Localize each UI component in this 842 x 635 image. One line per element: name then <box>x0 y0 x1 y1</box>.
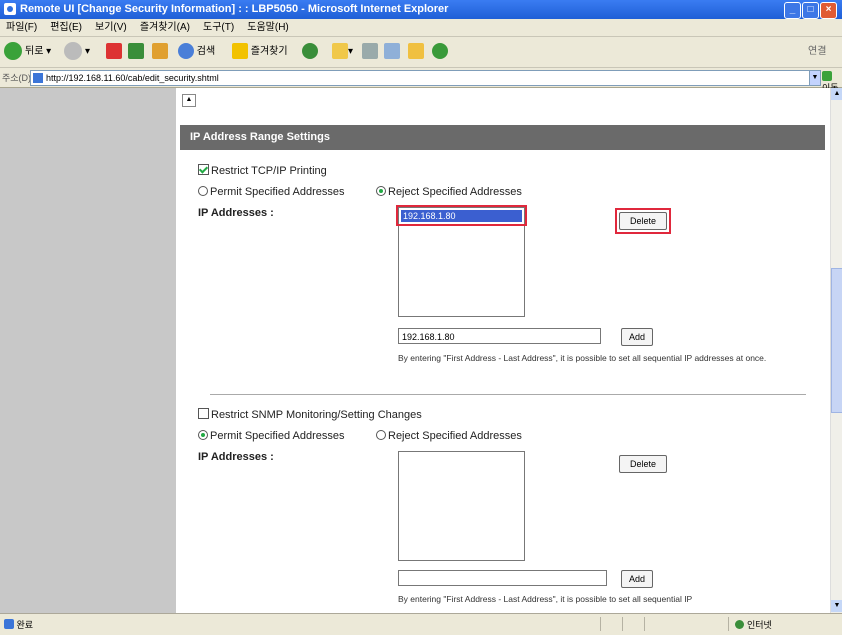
menu-view[interactable]: 보기(V) <box>95 19 127 36</box>
back-button[interactable]: 뒤로 ▾ <box>4 42 51 62</box>
edit-icon <box>384 43 400 60</box>
forward-arrow-icon <box>64 42 82 61</box>
edit-button[interactable] <box>384 42 400 62</box>
scroll-down-icon[interactable]: ▼ <box>831 600 842 612</box>
page-done-icon <box>4 619 14 629</box>
messenger-button[interactable] <box>432 42 448 62</box>
status-separator <box>644 617 645 631</box>
ie-icon <box>4 3 16 15</box>
stop-icon <box>106 43 122 60</box>
back-arrow-icon <box>4 42 22 61</box>
address-label: 주소(D) <box>2 73 32 83</box>
tcpip-restrict-checkbox[interactable]: Restrict TCP/IP Printing <box>198 164 327 177</box>
tcpip-permit-radio[interactable]: Permit Specified Addresses <box>198 186 345 198</box>
highlight-box <box>615 208 671 234</box>
stop-button[interactable] <box>106 42 122 62</box>
scroll-up-icon[interactable]: ▲ <box>831 88 842 100</box>
snmp-add-button[interactable]: Add <box>621 570 653 588</box>
section-header: IP Address Range Settings <box>180 125 825 150</box>
window-title: Remote UI [Change Security Information] … <box>20 3 449 15</box>
status-zone: 인터넷 <box>735 618 772 631</box>
page-icon <box>33 73 43 83</box>
mail-button[interactable]: ▾ <box>332 42 353 62</box>
folder-button[interactable] <box>408 42 424 62</box>
search-icon <box>178 43 194 60</box>
menu-favorites[interactable]: 즐겨찾기(A) <box>140 19 190 36</box>
tcpip-add-button[interactable]: Add <box>621 328 653 346</box>
print-icon <box>362 43 378 60</box>
go-arrow-icon <box>822 70 832 81</box>
snmp-ip-label: IP Addresses : <box>198 451 274 463</box>
checkbox-checked-icon <box>198 164 209 175</box>
snmp-delete-button[interactable]: Delete <box>619 455 667 473</box>
menu-tools[interactable]: 도구(T) <box>203 19 234 36</box>
tcpip-note: By entering "First Address - Last Addres… <box>398 353 767 363</box>
scroll-thumb[interactable] <box>831 268 842 413</box>
favorites-button[interactable]: 즐겨찾기 <box>232 42 288 62</box>
left-panel <box>0 88 176 613</box>
radio-icon <box>376 430 386 440</box>
globe-icon <box>735 620 744 629</box>
checkbox-icon <box>198 408 209 419</box>
close-button[interactable]: × <box>820 2 837 19</box>
minimize-button[interactable]: _ <box>784 2 801 19</box>
tcpip-ip-label: IP Addresses : <box>198 207 274 219</box>
address-dropdown-button[interactable]: ▼ <box>809 70 821 86</box>
vertical-scrollbar[interactable]: ▲ ▼ <box>830 88 842 613</box>
collapse-up-icon[interactable]: ▲ <box>182 94 196 107</box>
menu-bar: 파일(F) 편집(E) 보기(V) 즐겨찾기(A) 도구(T) 도움말(H) <box>0 19 842 37</box>
title-bar: Remote UI [Change Security Information] … <box>0 0 842 19</box>
address-bar: 주소(D) http://192.168.11.60/cab/edit_secu… <box>0 68 842 93</box>
snmp-reject-radio[interactable]: Reject Specified Addresses <box>376 430 522 442</box>
go-button[interactable]: 이동 <box>822 70 840 93</box>
links-label[interactable]: 연결 <box>808 42 826 62</box>
star-icon <box>232 43 248 60</box>
section-title: IP Address Range Settings <box>190 131 330 143</box>
menu-file[interactable]: 파일(F) <box>6 19 37 36</box>
snmp-ip-listbox[interactable] <box>398 451 525 561</box>
forward-button[interactable]: ▾ <box>64 42 90 62</box>
messenger-icon <box>432 43 448 60</box>
page-content: ▲ IP Address Range Settings Restrict TCP… <box>0 88 830 613</box>
menu-edit[interactable]: 편집(E) <box>50 19 82 36</box>
refresh-button[interactable] <box>128 42 144 62</box>
snmp-note: By entering "First Address - Last Addres… <box>398 594 693 604</box>
status-text: 완료 <box>4 618 33 631</box>
status-separator <box>600 617 601 631</box>
radio-icon <box>198 186 208 196</box>
radio-selected-icon <box>376 186 386 196</box>
history-icon <box>302 43 318 60</box>
maximize-button[interactable]: □ <box>802 2 819 19</box>
section-divider <box>210 394 806 395</box>
snmp-ip-input[interactable] <box>398 570 607 586</box>
print-button[interactable] <box>362 42 378 62</box>
tcpip-reject-radio[interactable]: Reject Specified Addresses <box>376 186 522 198</box>
highlight-box <box>396 205 527 226</box>
snmp-restrict-checkbox[interactable]: Restrict SNMP Monitoring/Setting Changes <box>198 408 422 421</box>
history-button[interactable] <box>302 42 318 62</box>
folder-icon <box>408 43 424 60</box>
search-button[interactable]: 검색 <box>178 42 215 62</box>
tcpip-ip-input[interactable]: 192.168.1.80 <box>398 328 601 344</box>
home-icon <box>152 43 168 60</box>
home-button[interactable] <box>152 42 168 62</box>
toolbar: 뒤로 ▾ ▾ 검색 즐겨찾기 ▾ 연결 <box>0 37 842 68</box>
status-bar: 완료 인터넷 <box>0 613 842 635</box>
menu-help[interactable]: 도움말(H) <box>247 19 288 36</box>
snmp-permit-radio[interactable]: Permit Specified Addresses <box>198 430 345 442</box>
refresh-icon <box>128 43 144 60</box>
address-input[interactable]: http://192.168.11.60/cab/edit_security.s… <box>30 70 810 86</box>
radio-selected-icon <box>198 430 208 440</box>
mail-icon <box>332 43 348 60</box>
status-separator <box>728 617 729 631</box>
status-separator <box>622 617 623 631</box>
